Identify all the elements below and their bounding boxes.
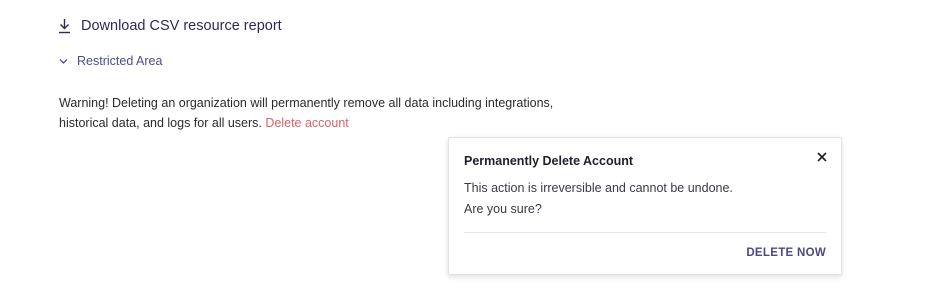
dialog-body: This action is irreversible and cannot b… [464, 178, 733, 220]
download-icon [59, 19, 70, 34]
delete-now-button[interactable]: DELETE NOW [746, 247, 826, 259]
dialog-divider [464, 232, 826, 233]
download-csv-label: Download CSV resource report [81, 18, 282, 34]
delete-account-dialog: Permanently Delete Account This action i… [448, 137, 842, 275]
restricted-area-label: Restricted Area [77, 54, 163, 68]
delete-account-link[interactable]: Delete account [265, 116, 348, 130]
dialog-title: Permanently Delete Account [464, 154, 634, 168]
download-csv-link[interactable]: Download CSV resource report [58, 18, 282, 34]
page: Download CSV resource report Restricted … [0, 0, 929, 303]
dialog-message-line-1: This action is irreversible and cannot b… [464, 181, 733, 195]
chevron-down-icon [59, 58, 68, 64]
restricted-area-toggle[interactable]: Restricted Area [59, 54, 162, 68]
close-icon[interactable] [815, 150, 829, 164]
dialog-message-line-2: Are you sure? [464, 202, 542, 216]
warning-message: Warning! Deleting an organization will p… [59, 93, 599, 133]
